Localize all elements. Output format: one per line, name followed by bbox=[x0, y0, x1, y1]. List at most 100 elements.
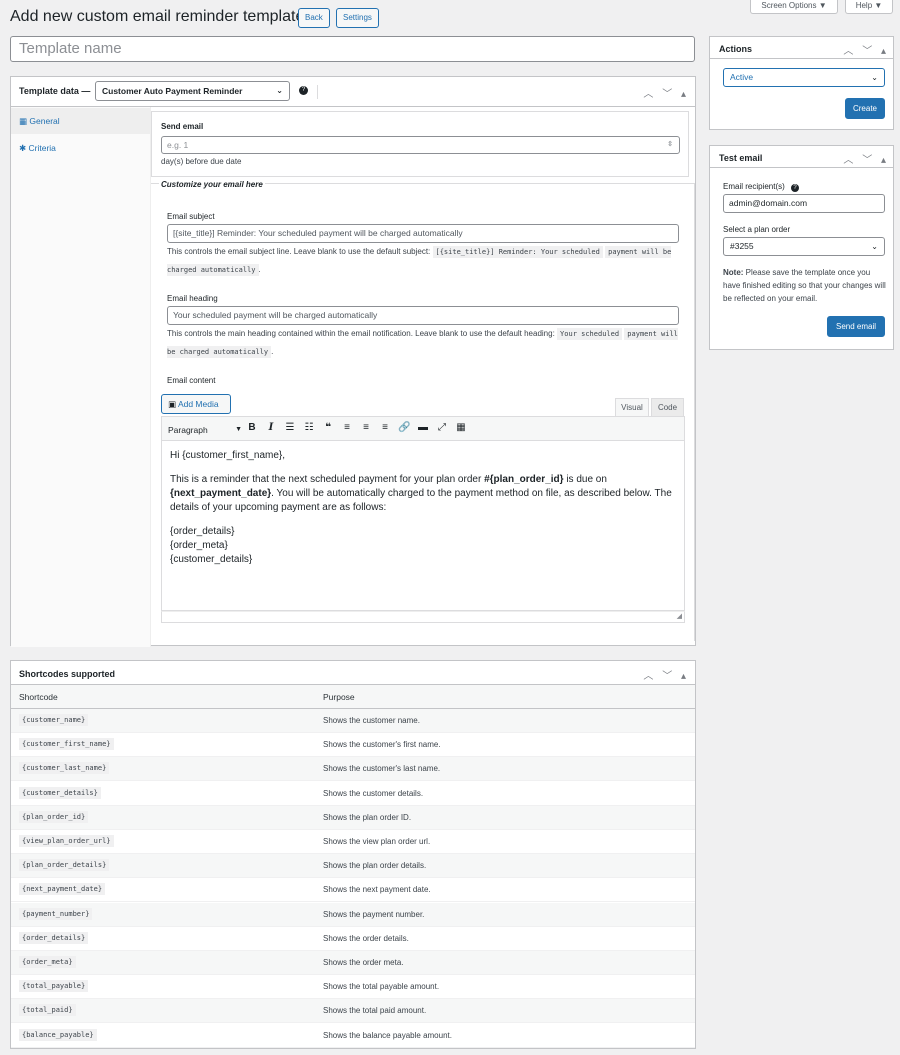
shortcode-purpose: Shows the plan order details. bbox=[323, 861, 427, 871]
send-email-help: day(s) before due date bbox=[161, 157, 242, 166]
actions-title: Actions bbox=[719, 44, 753, 54]
shortcode-code: {order_meta} bbox=[19, 956, 76, 968]
actions-handles[interactable]: ︿ ﹀ ▴ bbox=[843, 42, 889, 57]
caret-down-icon: ▼ bbox=[235, 426, 242, 433]
shortcode-purpose: Shows the customer's last name. bbox=[323, 764, 441, 774]
page-title: Add new custom email reminder template bbox=[10, 8, 305, 25]
recipient-value: admin@domain.com bbox=[729, 198, 808, 208]
shortcode-column-header: Shortcode bbox=[19, 692, 58, 702]
shortcode-purpose: Shows the next payment date. bbox=[323, 885, 431, 895]
editor-line-order-details: {order_details} bbox=[170, 526, 235, 537]
send-email-placeholder: e.g. 1 bbox=[167, 140, 189, 150]
email-content-label: Email content bbox=[167, 376, 216, 385]
shortcode-purpose: Shows the order details. bbox=[323, 933, 409, 943]
link-icon[interactable]: 🔗 bbox=[398, 422, 410, 433]
plan-order-select[interactable]: #3255 ⌄ bbox=[723, 237, 885, 256]
template-data-header: Template data — Customer Auto Payment Re… bbox=[11, 77, 695, 107]
table-header: Shortcode Purpose bbox=[11, 685, 695, 709]
align-center-icon[interactable]: ≡ bbox=[360, 422, 372, 433]
tab-visual[interactable]: Visual bbox=[615, 398, 649, 416]
back-button[interactable]: Back bbox=[298, 8, 330, 28]
help-tab[interactable]: Help ▼ bbox=[845, 0, 893, 14]
heading-desc-end: . bbox=[271, 347, 274, 356]
table-row: {balance_payable} Shows the balance payab… bbox=[11, 1024, 695, 1048]
table-row: {customer_last_name} Shows the customer's… bbox=[11, 757, 695, 782]
read-more-icon[interactable]: ▬ bbox=[417, 422, 429, 433]
shortcode-code: {order_details} bbox=[19, 931, 89, 944]
status-select[interactable]: Active ⌄ bbox=[723, 68, 885, 87]
numbered-list-icon[interactable]: ☷ bbox=[303, 422, 315, 433]
shortcodes-header: Shortcodes supported ︿ ﹀ ▴ bbox=[11, 661, 695, 685]
shortcode-purpose: Shows the balance payable amount. bbox=[323, 1030, 452, 1040]
email-content-editor[interactable]: Hi {customer_first_name}, This is a remi… bbox=[161, 441, 685, 611]
shortcode-purpose: Shows the total payable amount. bbox=[323, 982, 440, 992]
test-email-handles[interactable]: ︿ ﹀ ▴ bbox=[843, 151, 889, 166]
customize-section: Customize your email here Email subject … bbox=[151, 180, 695, 641]
tab-general[interactable]: ▦ General bbox=[11, 108, 151, 134]
align-right-icon[interactable]: ≡ bbox=[379, 422, 391, 433]
recipient-input[interactable]: admin@domain.com bbox=[723, 194, 885, 213]
table-row: {plan_order_details} Shows the plan order… bbox=[11, 854, 695, 879]
send-email-days-input[interactable]: e.g. 1 ⇳ bbox=[161, 136, 680, 154]
table-row: {order_meta} Shows the order meta. bbox=[11, 951, 695, 975]
shortcodes-title: Shortcodes supported bbox=[19, 669, 116, 679]
create-button[interactable]: Create bbox=[845, 98, 885, 119]
email-heading-value: Your scheduled payment will be charged a… bbox=[173, 310, 378, 320]
shortcode-code: {total_paid} bbox=[19, 1004, 76, 1017]
stepper-icon[interactable]: ⇳ bbox=[667, 137, 673, 153]
blockquote-icon[interactable]: ❝ bbox=[322, 422, 334, 433]
fullscreen-icon[interactable]: ⤢ bbox=[436, 422, 448, 433]
send-email-button[interactable]: Send email bbox=[827, 316, 885, 337]
format-value: Paragraph bbox=[168, 425, 208, 435]
shortcode-code: {payment_number} bbox=[19, 907, 93, 920]
template-data-box: Template data — Customer Auto Payment Re… bbox=[10, 76, 696, 647]
recipient-label: Email recipient(s) ? bbox=[723, 182, 800, 192]
resize-handle-icon[interactable]: ◢ bbox=[677, 612, 682, 620]
format-select[interactable]: Paragraph ▼ bbox=[168, 423, 242, 437]
shortcode-purpose: Shows the order meta. bbox=[323, 958, 404, 967]
table-row: {next_payment_date} Shows the next paymen… bbox=[11, 878, 695, 903]
plan-order-label: Select a plan order bbox=[723, 225, 791, 234]
help-icon[interactable]: ? bbox=[791, 184, 800, 192]
editor-line-customer-details: {customer_details} bbox=[170, 554, 253, 565]
shortcodes-box: Shortcodes supported ︿ ﹀ ▴ Shortcode Pur… bbox=[10, 660, 696, 1049]
email-heading-desc: This controls the main heading contained… bbox=[167, 325, 682, 361]
box-handles[interactable]: ︿ ﹀ ▴ bbox=[643, 85, 689, 100]
editor-line-order-meta: {order_meta} bbox=[170, 540, 228, 551]
template-type-select[interactable]: Customer Auto Payment Reminder ⌄ bbox=[95, 81, 290, 101]
chevron-down-icon: ⌄ bbox=[871, 242, 878, 251]
purpose-column-header: Purpose bbox=[323, 692, 355, 702]
italic-icon[interactable]: I bbox=[265, 422, 277, 433]
template-name-placeholder: Template name bbox=[19, 40, 122, 57]
tab-code[interactable]: Code bbox=[651, 398, 684, 416]
table-row: {customer_name} Shows the customer name. bbox=[11, 709, 695, 733]
help-icon[interactable]: ? bbox=[299, 86, 308, 95]
align-left-icon[interactable]: ≡ bbox=[341, 422, 353, 433]
shortcode-code: {view_plan_order_url} bbox=[19, 835, 114, 847]
settings-button[interactable]: Settings bbox=[336, 8, 379, 28]
screen-options-tab[interactable]: Screen Options ▼ bbox=[750, 0, 838, 14]
shortcodes-handles[interactable]: ︿ ﹀ ▴ bbox=[643, 667, 689, 682]
table-row: {view_plan_order_url} Shows the view plan… bbox=[11, 830, 695, 854]
actions-box: Actions ︿ ﹀ ▴ Active ⌄ Create bbox=[709, 36, 894, 130]
shortcode-code: {customer_details} bbox=[19, 786, 101, 799]
customize-legend: Customize your email here bbox=[159, 180, 265, 189]
email-subject-input[interactable]: [{site_title}] Reminder: Your scheduled … bbox=[167, 224, 679, 243]
tab-criteria[interactable]: ✱ Criteria bbox=[11, 135, 151, 161]
table-row: {payment_number} Shows the payment number… bbox=[11, 902, 695, 927]
shortcode-purpose: Shows the view plan order url. bbox=[323, 837, 431, 846]
template-name-input[interactable]: Template name bbox=[10, 36, 695, 62]
shortcode-purpose: Shows the payment number. bbox=[323, 909, 425, 919]
store-icon: ▦ bbox=[19, 116, 28, 126]
editor-statusbar: ◢ bbox=[161, 611, 685, 623]
shortcode-purpose: Shows the customer's first name. bbox=[323, 740, 441, 750]
bullet-list-icon[interactable]: ☰ bbox=[284, 422, 296, 433]
heading-desc-text: This controls the main heading contained… bbox=[167, 329, 555, 338]
shortcode-code: {customer_name} bbox=[19, 714, 89, 726]
bold-icon[interactable]: B bbox=[246, 422, 258, 433]
add-media-button[interactable]: ▣ Add Media bbox=[161, 394, 231, 414]
table-row: {total_paid} Shows the total paid amount. bbox=[11, 999, 695, 1024]
email-heading-input[interactable]: Your scheduled payment will be charged a… bbox=[167, 306, 679, 325]
test-email-title: Test email bbox=[719, 153, 763, 163]
toolbar-toggle-icon[interactable]: ▦ bbox=[455, 422, 467, 433]
